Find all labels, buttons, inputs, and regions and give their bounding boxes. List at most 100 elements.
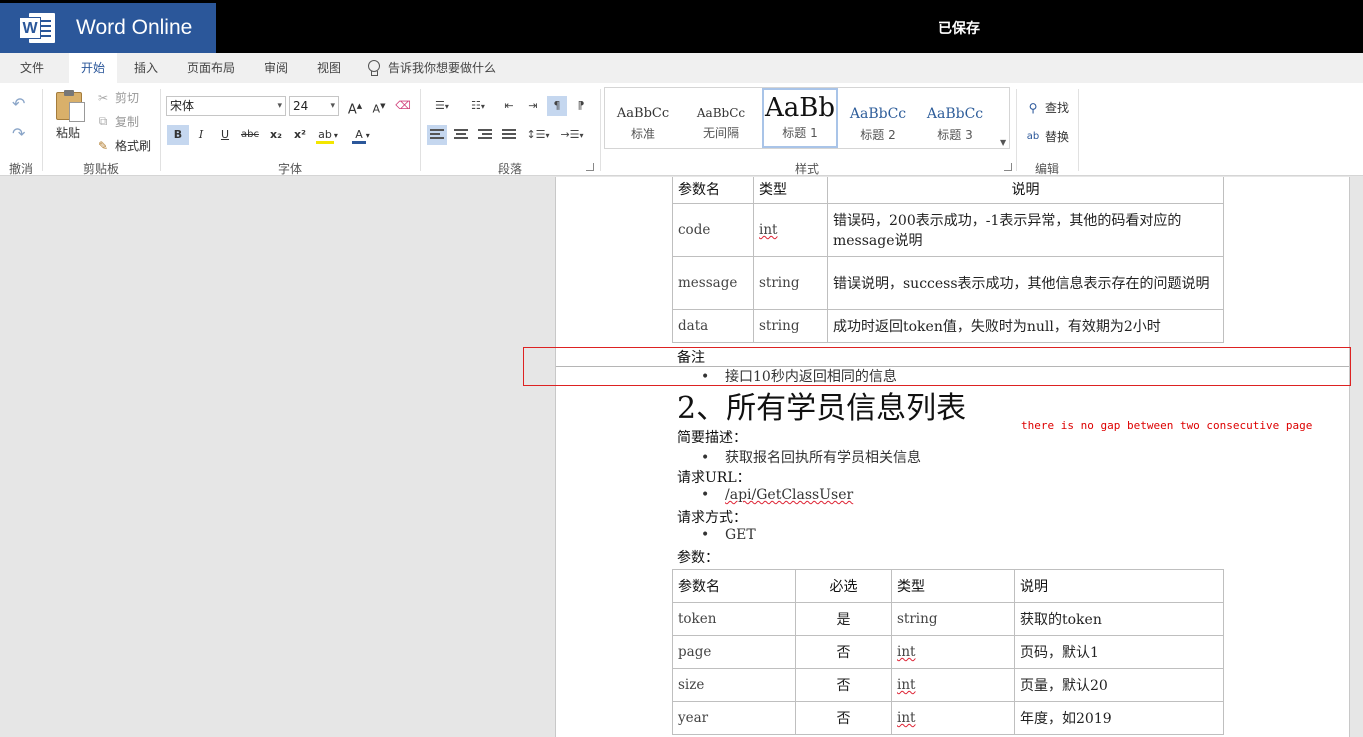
list-item-text: 获取报名回执所有学员相关信息 (725, 450, 921, 466)
group-label-clipboard: 剪贴板 (82, 162, 119, 176)
copy-label: 复制 (115, 115, 140, 129)
rtl-direction-icon[interactable]: ⁋ (571, 96, 591, 116)
document-page[interactable]: 参数名 类型 说明 code int 错误码，200表示成功，-1表示异常，其他… (555, 177, 1350, 737)
align-right-icon (478, 129, 492, 141)
font-name-select[interactable]: 宋体 (166, 96, 286, 116)
table-cell: year (672, 701, 796, 735)
highlighter-icon: ab (316, 128, 334, 144)
table-header-cell: 参数名 (672, 177, 754, 204)
annotation-highlight-box (523, 347, 1351, 386)
style-name: 无间隔 (702, 126, 739, 140)
shrink-font-button[interactable]: A▼ (368, 96, 390, 116)
redo-icon[interactable]: ↷ (12, 126, 28, 142)
word-logo-icon: W (19, 10, 55, 46)
font-size-select[interactable]: 24 (289, 96, 339, 116)
table-row: token 是 string 获取的token (672, 602, 1224, 636)
list-item: •/api/GetClassUser (701, 487, 854, 503)
tab-home[interactable]: 开始 (69, 53, 117, 83)
table-header-cell: 类型 (753, 177, 828, 204)
ltr-direction-icon[interactable]: ¶ (547, 96, 567, 116)
font-color-button[interactable]: A ▾ (347, 125, 375, 145)
list-item-text: /api/GetClassUser (725, 487, 854, 503)
table-cell: 否 (795, 668, 892, 702)
align-left-button[interactable] (427, 125, 447, 145)
replace-button[interactable]: ab 替换 (1026, 128, 1069, 145)
numbering-button[interactable]: ☷▾ (464, 96, 492, 116)
table-header-cell: 必选 (795, 569, 892, 603)
group-divider (1078, 89, 1079, 171)
table-cell: size (672, 668, 796, 702)
table-cell: page (672, 635, 796, 669)
table-cell: 否 (795, 701, 892, 735)
group-divider (600, 89, 601, 171)
table-header-cell: 参数名 (672, 569, 796, 603)
style-heading-1[interactable]: AaBb 标题 1 (762, 88, 838, 148)
style-preview: AaBb (764, 93, 836, 123)
tab-review[interactable]: 审阅 (252, 53, 300, 83)
tab-file[interactable]: 文件 (8, 53, 56, 83)
numbered-list-icon: ☷ (471, 99, 481, 112)
line-spacing-button[interactable]: ↕☰▾ (524, 125, 552, 145)
style-preview: AaBbCc (696, 106, 746, 120)
style-normal[interactable]: AaBbCc 标准 (605, 88, 681, 148)
tab-page-layout[interactable]: 页面布局 (178, 53, 244, 83)
tab-insert[interactable]: 插入 (122, 53, 170, 83)
tell-me-text: 告诉我你想要做什么 (388, 61, 497, 75)
tell-me-search[interactable]: 告诉我你想要做什么 (368, 53, 496, 83)
strikethrough-button[interactable]: abc (239, 125, 261, 145)
table-row: size 否 int 页量，默认20 (672, 668, 1224, 702)
grow-font-button[interactable]: A▲ (344, 96, 366, 117)
paragraph-spacing-button[interactable]: →☰▾ (558, 125, 586, 145)
tab-view[interactable]: 视图 (305, 53, 353, 83)
section-heading: 2、所有学员信息列表 (677, 391, 967, 426)
decrease-indent-icon[interactable]: ⇤ (499, 96, 519, 116)
style-no-spacing[interactable]: AaBbCc 无间隔 (683, 88, 759, 148)
align-center-button[interactable] (451, 125, 471, 145)
scissors-icon: ✂ (97, 90, 109, 105)
increase-indent-icon[interactable]: ⇥ (523, 96, 543, 116)
table-cell: 页量，默认20 (1014, 668, 1224, 702)
style-heading-3[interactable]: AaBbCc 标题 3 (917, 88, 993, 148)
styles-gallery: AaBbCc 标准 AaBbCc 无间隔 AaBb 标题 1 AaBbCc 标题… (604, 87, 1010, 149)
format-painter-button[interactable]: ✎ 格式刷 (96, 137, 151, 154)
styles-more-icon[interactable]: ▼ (1000, 138, 1006, 147)
style-name: 标题 1 (782, 126, 818, 140)
title-bar: W Word Online 已保存 (0, 0, 1363, 53)
ribbon: ↶ ↷ 撤消 粘贴 ✂剪切 ⧉复制 ✎格式刷 剪贴板 宋体 24 A▲ A▼ ⌫… (0, 83, 1363, 176)
bullets-button[interactable]: ☰▾ (428, 96, 456, 116)
style-heading-2[interactable]: AaBbCc 标题 2 (840, 88, 916, 148)
table-row: message string 错误说明，success表示成功，其他信息表示存在… (672, 256, 1224, 310)
undo-icon[interactable]: ↶ (12, 96, 28, 112)
underline-button[interactable]: U (214, 125, 236, 145)
app-brand[interactable]: W Word Online (0, 3, 216, 53)
paragraph-dialog-launcher-icon[interactable] (586, 163, 594, 171)
paste-button[interactable]: 粘贴 (52, 90, 88, 146)
replace-label: 替换 (1045, 130, 1070, 144)
justify-button[interactable] (499, 125, 519, 145)
group-label-styles: 样式 (794, 162, 819, 176)
style-preview: AaBbCc (926, 106, 984, 122)
find-button[interactable]: ⚲ 查找 (1026, 99, 1069, 116)
group-divider (420, 89, 421, 171)
search-icon: ⚲ (1028, 100, 1038, 115)
italic-button[interactable]: I (190, 125, 212, 145)
styles-dialog-launcher-icon[interactable] (1004, 163, 1012, 171)
paintbrush-icon: ✎ (97, 138, 109, 153)
subscript-button[interactable]: x₂ (265, 125, 287, 145)
table-cell: int (759, 222, 778, 238)
list-item-text: GET (725, 527, 756, 543)
list-item: • GET (701, 527, 756, 543)
align-right-button[interactable] (475, 125, 495, 145)
highlight-color-button[interactable]: ab ▾ (313, 125, 341, 145)
find-label: 查找 (1045, 101, 1070, 115)
group-label-paragraph: 段落 (497, 162, 522, 176)
copy-button[interactable]: ⧉ 复制 (96, 113, 139, 130)
clear-format-icon[interactable]: ⌫ (392, 96, 414, 116)
paste-label: 粘贴 (56, 126, 81, 140)
brief-label: 简要描述： (677, 430, 747, 446)
table-header-cell: 类型 (891, 569, 1015, 603)
table-cell: string (753, 256, 828, 310)
bold-button[interactable]: B (167, 125, 189, 145)
superscript-button[interactable]: x² (289, 125, 311, 145)
cut-button[interactable]: ✂ 剪切 (96, 89, 139, 106)
